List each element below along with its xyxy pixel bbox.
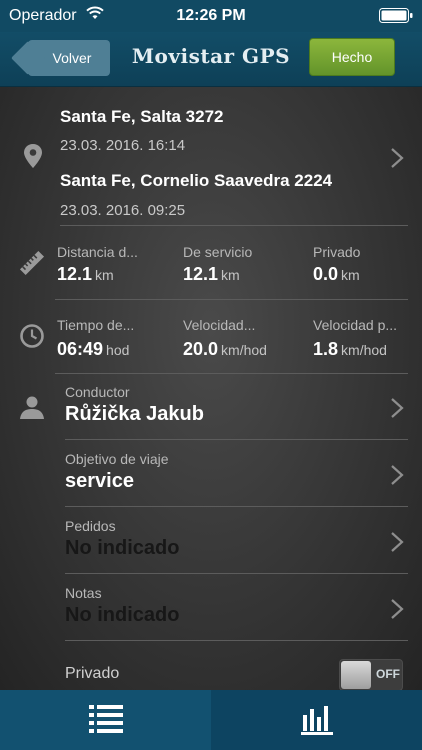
end-address: Santa Fe, Salta 3272 [60,107,224,126]
orders-value: No indicado [65,537,180,559]
toggle-state-text: OFF [376,667,400,681]
chevron-right-icon [391,148,404,168]
private-toggle-label: Privado [65,665,120,682]
trip-purpose-value: service [65,470,134,492]
service-distance-value: 12.1 km [183,264,240,284]
divider [65,506,408,507]
private-distance-label: Privado [313,244,361,260]
driver-value: Růžička Jakub [65,403,204,425]
total-distance-value: 12.1 km [57,264,114,284]
private-speed-value: 1.8 km/hod [313,339,387,359]
notes-value: No indicado [65,604,180,626]
chevron-right-icon [391,398,404,418]
divider [55,299,408,300]
status-time: 12:26 PM [176,7,246,24]
trip-detail-content: Santa Fe, Salta 3272 23.03. 2016. 16:14 … [0,87,422,690]
travel-time-label: Tiempo de... [57,317,135,333]
divider [55,373,408,374]
average-speed-label: Velocidad... [183,317,256,333]
private-toggle[interactable]: OFF [339,659,403,690]
chevron-right-icon [391,599,404,619]
orders-label: Pedidos [65,518,116,534]
navigation-bar: Volver Movistar GPS Hecho [0,32,422,87]
tab-trip-list[interactable] [0,690,211,750]
list-icon [89,705,123,733]
private-speed-label: Velocidad p... [313,317,398,333]
tab-bar [0,690,422,750]
chevron-right-icon [391,465,404,485]
ruler-icon [19,250,45,276]
done-button[interactable]: Hecho [309,38,395,76]
chevron-right-icon [391,532,404,552]
driver-label: Conductor [65,384,130,400]
trip-purpose-label: Objetivo de viaje [65,451,169,467]
travel-time-value: 06:49 hod [57,339,130,359]
start-address: Santa Fe, Cornelio Saavedra 2224 [60,171,333,190]
person-icon [20,396,44,419]
notes-label: Notas [65,585,102,601]
private-distance-value: 0.0 km [313,264,360,284]
bar-chart-icon [301,706,333,735]
toggle-knob [341,661,371,689]
service-distance-label: De servicio [183,244,253,260]
divider [65,439,408,440]
location-pin-icon [24,144,42,168]
total-distance-label: Distancia d... [57,244,138,260]
end-time: 23.03. 2016. 16:14 [60,137,186,154]
battery-icon [379,8,413,23]
divider [60,225,408,226]
status-bar: Operador 12:26 PM [0,0,422,32]
tab-statistics[interactable] [211,690,422,750]
start-time: 23.03. 2016. 09:25 [60,202,186,219]
clock-icon [20,324,44,348]
divider [65,640,408,641]
average-speed-value: 20.0 km/hod [183,339,267,359]
divider [65,573,408,574]
